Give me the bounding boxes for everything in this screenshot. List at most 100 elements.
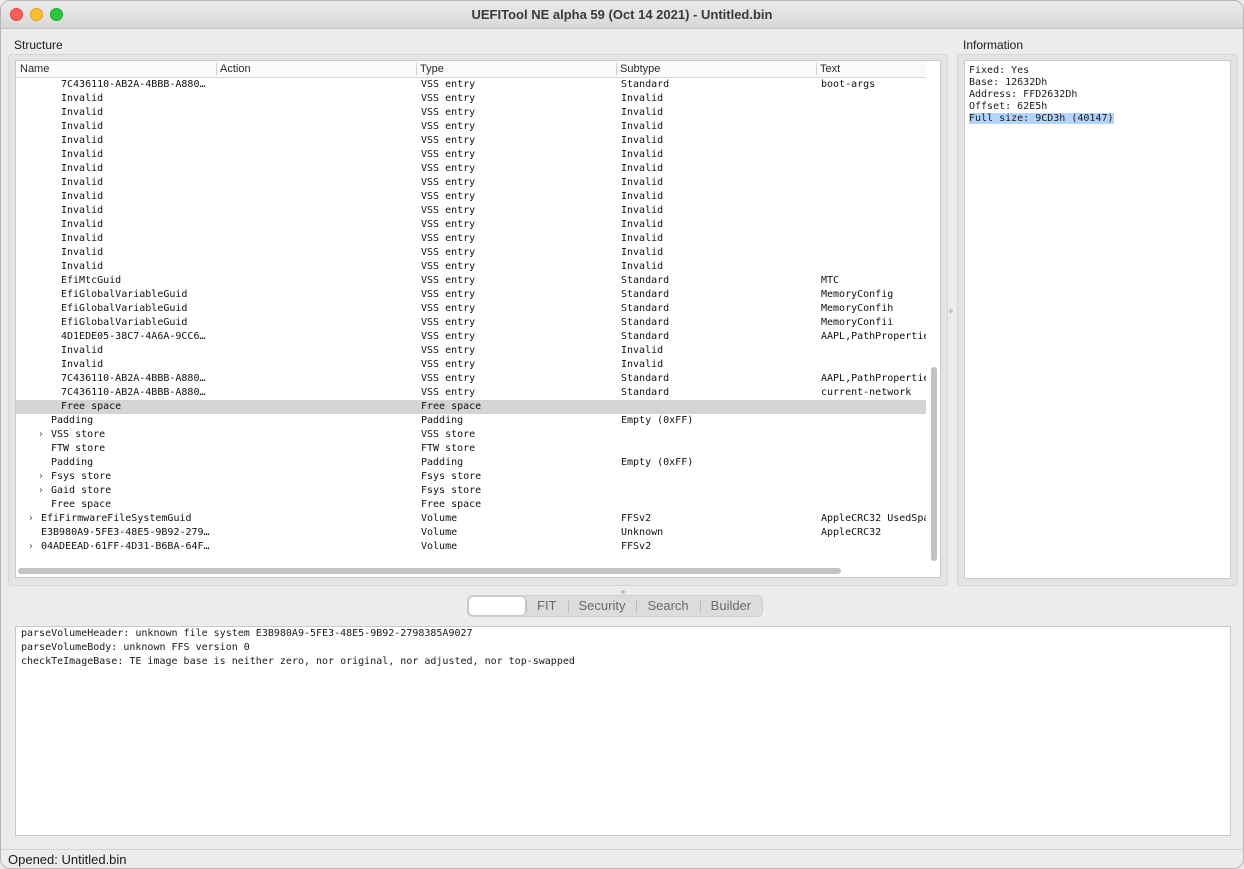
tree-row[interactable]: 4D1EDE05-38C7-4A6A-9CC6… VSS entry Standar… xyxy=(16,330,926,344)
tree-row[interactable]: Invalid VSS entry Invalid xyxy=(16,204,926,218)
tree-row[interactable]: E3B980A9-5FE3-48E5-9B92-279… Volume Unknow… xyxy=(16,526,926,540)
horizontal-scrollbar[interactable] xyxy=(16,564,928,576)
tree-cell-name: Invalid xyxy=(61,219,104,230)
tree-row[interactable]: Invalid VSS entry Invalid xyxy=(16,344,926,358)
tree-row[interactable]: Invalid VSS entry Invalid xyxy=(16,246,926,260)
vertical-splitter-handle[interactable] xyxy=(949,309,953,313)
tree-row[interactable]: 7C436110-AB2A-4BBB-A880… VSS entry Standar… xyxy=(16,78,926,92)
tree-cell-type: VSS entry xyxy=(421,149,476,160)
tree-cell-name: FTW store xyxy=(51,443,106,454)
status-text: Opened: Untitled.bin xyxy=(8,852,127,867)
tree-cell-type: VSS entry xyxy=(421,317,476,328)
tree-row[interactable]: Invalid VSS entry Invalid xyxy=(16,260,926,274)
tree-cell-type: VSS entry xyxy=(421,205,476,216)
vertical-scrollbar[interactable] xyxy=(928,78,940,563)
tree-cell-subtype: Invalid xyxy=(621,163,664,174)
tree-rows: 7C436110-AB2A-4BBB-A880… VSS entry Standar… xyxy=(16,78,926,554)
tree-cell-subtype: Empty (0xFF) xyxy=(621,415,694,426)
tree-row[interactable]: 7C436110-AB2A-4BBB-A880… VSS entry Standar… xyxy=(16,372,926,386)
expand-chevron-icon[interactable]: › xyxy=(29,512,33,526)
tab-fit[interactable]: FIT xyxy=(526,596,568,616)
tree-cell-type: Free space xyxy=(421,401,482,412)
expand-chevron-icon[interactable]: › xyxy=(39,484,43,498)
tree-row[interactable]: › EfiFirmwareFileSystemGuid Volume FFSv2 App… xyxy=(16,512,926,526)
tab-builder[interactable]: Builder xyxy=(699,596,762,616)
vertical-scrollbar-thumb[interactable] xyxy=(931,367,937,561)
tree-row[interactable]: EfiGlobalVariableGuid VSS entry Standard Me… xyxy=(16,288,926,302)
tree-row[interactable]: Padding Padding Empty (0xFF) xyxy=(16,414,926,428)
tree-cell-name: Invalid xyxy=(61,359,104,370)
tree-row[interactable]: FTW store FTW store xyxy=(16,442,926,456)
info-line: Full size: 9CD3h (40147) xyxy=(969,113,1226,125)
tree-cell-name: Invalid xyxy=(61,345,104,356)
tree-cell-subtype: Invalid xyxy=(621,205,664,216)
tree-cell-name: Invalid xyxy=(61,121,104,132)
tree-row[interactable]: EfiGlobalVariableGuid VSS entry Standard Me… xyxy=(16,302,926,316)
expand-chevron-icon[interactable]: › xyxy=(39,470,43,484)
tree-cell-type: VSS entry xyxy=(421,275,476,286)
column-header-subtype[interactable]: Subtype xyxy=(616,63,816,76)
tree-row[interactable]: 7C436110-AB2A-4BBB-A880… VSS entry Standar… xyxy=(16,386,926,400)
tree-cell-name: Padding xyxy=(51,415,94,426)
tree-row[interactable]: › VSS store VSS store xyxy=(16,428,926,442)
tree-cell-name: EfiGlobalVariableGuid xyxy=(61,289,188,300)
info-line-text: Full size: 9CD3h (40147) xyxy=(969,113,1114,124)
tree-row[interactable]: Invalid VSS entry Invalid xyxy=(16,162,926,176)
structure-tree[interactable]: Name Action Type Subtype Text 7C436110-A… xyxy=(15,60,941,578)
log-line: parseVolumeBody: unknown FFS version 0 xyxy=(21,642,250,653)
tree-cell-name: VSS store xyxy=(51,429,106,440)
tree-cell-type: VSS entry xyxy=(421,303,476,314)
tree-row[interactable]: Invalid VSS entry Invalid xyxy=(16,358,926,372)
tree-row[interactable]: EfiMtcGuid VSS entry Standard MTC xyxy=(16,274,926,288)
tree-row[interactable]: Padding Padding Empty (0xFF) xyxy=(16,456,926,470)
tree-cell-subtype: Standard xyxy=(621,317,670,328)
tree-row[interactable]: › 04ADEEAD-61FF-4D31-B6BA-64F… Volume FFSv2 xyxy=(16,540,926,554)
tree-row[interactable]: Invalid VSS entry Invalid xyxy=(16,134,926,148)
tree-row[interactable]: Invalid VSS entry Invalid xyxy=(16,176,926,190)
column-header-text[interactable]: Text xyxy=(816,63,926,76)
tree-row[interactable]: Free space Free space xyxy=(16,498,926,512)
tree-cell-type: Free space xyxy=(421,499,482,510)
tree-cell-subtype: Invalid xyxy=(621,219,664,230)
tree-row[interactable]: Invalid VSS entry Invalid xyxy=(16,106,926,120)
horizontal-splitter-handle[interactable] xyxy=(621,590,625,594)
information-panel[interactable]: Fixed: Yes Base: 12632Dh Address: FFD2632D… xyxy=(964,60,1231,579)
tree-cell-subtype: Empty (0xFF) xyxy=(621,457,694,468)
horizontal-scrollbar-thumb[interactable] xyxy=(18,568,841,574)
tree-row[interactable]: › Fsys store Fsys store xyxy=(16,470,926,484)
tree-row[interactable]: Free space Free space xyxy=(16,400,926,414)
tab-search[interactable]: Search xyxy=(636,596,699,616)
main-window: UEFITool NE alpha 59 (Oct 14 2021) - Unt… xyxy=(0,0,1244,869)
tree-row[interactable]: Invalid VSS entry Invalid xyxy=(16,120,926,134)
structure-label: Structure xyxy=(14,38,63,52)
tree-cell-type: Padding xyxy=(421,415,464,426)
tree-cell-name: Invalid xyxy=(61,205,104,216)
tab-security[interactable]: Security xyxy=(567,596,637,616)
tree-cell-name: Invalid xyxy=(61,233,104,244)
tree-row[interactable]: Invalid VSS entry Invalid xyxy=(16,232,926,246)
tree-cell-subtype: Invalid xyxy=(621,359,664,370)
tree-cell-text: boot-args xyxy=(821,79,876,90)
tree-row[interactable]: Invalid VSS entry Invalid xyxy=(16,218,926,232)
tree-cell-type: VSS store xyxy=(421,429,476,440)
tree-row[interactable]: EfiGlobalVariableGuid VSS entry Standard Me… xyxy=(16,316,926,330)
column-header-name[interactable]: Name xyxy=(16,63,216,76)
tree-cell-subtype: Invalid xyxy=(621,233,664,244)
tree-row[interactable]: › Gaid store Fsys store xyxy=(16,484,926,498)
tab-active[interactable] xyxy=(468,596,526,616)
column-header-action[interactable]: Action xyxy=(216,63,416,76)
tree-row[interactable]: Invalid VSS entry Invalid xyxy=(16,92,926,106)
tree-cell-subtype: Invalid xyxy=(621,121,664,132)
tree-cell-text: current-network xyxy=(821,387,912,398)
expand-chevron-icon[interactable]: › xyxy=(29,540,33,554)
tree-cell-name: Free space xyxy=(51,499,112,510)
tree-cell-subtype: Invalid xyxy=(621,107,664,118)
expand-chevron-icon[interactable]: › xyxy=(39,428,43,442)
tree-cell-text: MemoryConfih xyxy=(821,303,894,314)
column-header-type[interactable]: Type xyxy=(416,63,616,76)
tree-row[interactable]: Invalid VSS entry Invalid xyxy=(16,190,926,204)
tree-cell-name: 7C436110-AB2A-4BBB-A880… xyxy=(61,373,206,384)
tree-row[interactable]: Invalid VSS entry Invalid xyxy=(16,148,926,162)
tree-cell-type: VSS entry xyxy=(421,359,476,370)
messages-log[interactable]: parseVolumeHeader: unknown file system E… xyxy=(15,626,1231,836)
